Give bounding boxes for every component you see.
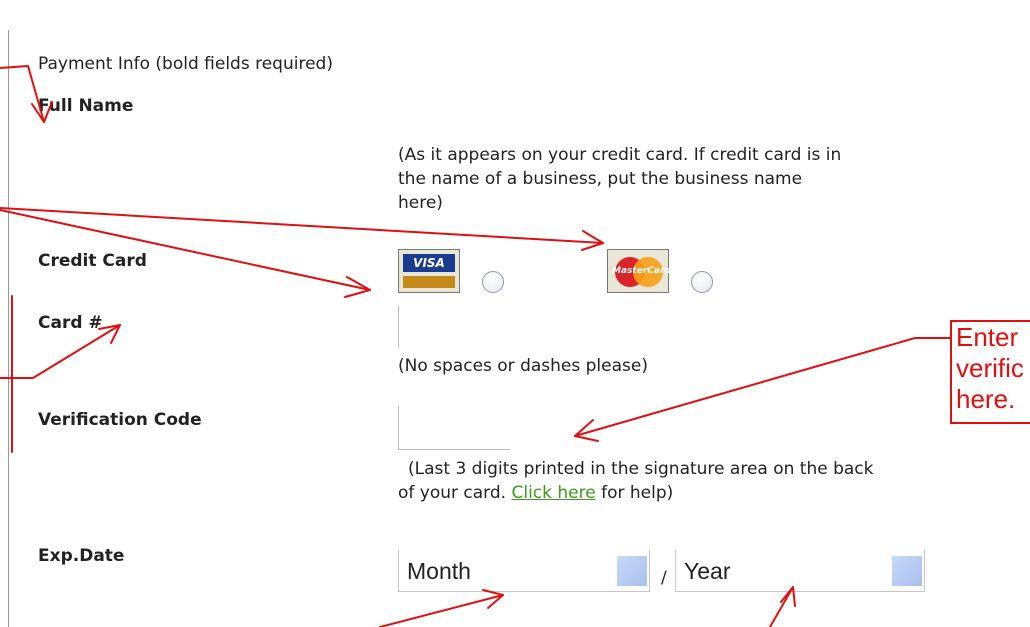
arrow-to-mastercard	[0, 207, 604, 244]
arrow-month	[379, 594, 504, 627]
annotation-arrows	[0, 65, 951, 627]
arrow-card-number	[0, 324, 121, 379]
arrow-to-visa	[0, 209, 371, 291]
arrow-year	[769, 586, 794, 627]
arrow-verification	[574, 337, 951, 437]
